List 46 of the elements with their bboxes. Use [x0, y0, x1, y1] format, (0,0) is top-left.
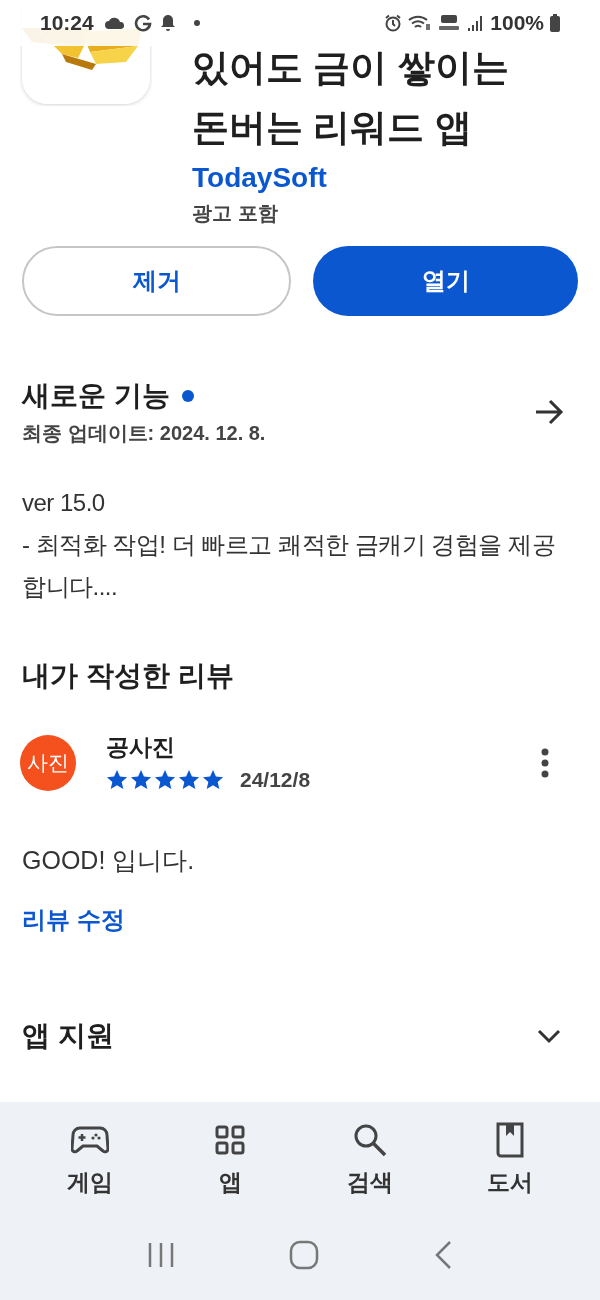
star-icon	[178, 768, 200, 791]
recent-apps-icon[interactable]	[147, 1241, 175, 1269]
star-icon	[202, 768, 224, 791]
app-title: 있어도 금이 쌓이는	[192, 46, 509, 90]
arrow-right-icon[interactable]	[534, 398, 564, 426]
reviewer-name: 공사진	[106, 733, 175, 762]
nav-tab[interactable]: 도서	[455, 1120, 565, 1204]
nav-tab[interactable]: 게임	[35, 1120, 145, 1204]
battery-icon	[550, 14, 560, 32]
bookmark-book-icon	[495, 1122, 525, 1158]
avatar: 사진	[20, 734, 76, 791]
release-notes-text: ver 15.0	[22, 488, 106, 518]
grid-icon	[215, 1125, 245, 1155]
section-title: 새로운 기능	[22, 379, 170, 413]
back-icon[interactable]	[433, 1240, 453, 1270]
alarm-icon	[384, 14, 403, 32]
nav-tab[interactable]: 앱	[175, 1120, 285, 1204]
search-icon	[353, 1123, 387, 1157]
edit-review-link[interactable]: 리뷰 수정	[22, 899, 125, 940]
status-time: 10:24	[40, 10, 94, 37]
more-options-icon[interactable]	[540, 747, 550, 778]
ads-note: 광고 포함	[192, 201, 279, 226]
signal-icon	[466, 14, 485, 32]
google-g-icon	[133, 14, 152, 32]
section-title: 내가 작성한 리뷰	[21, 659, 235, 693]
gamepad-icon	[71, 1125, 109, 1155]
home-icon[interactable]	[289, 1240, 319, 1270]
battery-percent: 100%	[490, 10, 544, 37]
star-icon	[130, 768, 152, 791]
section-title: 앱 지원	[22, 1018, 114, 1053]
uninstall-button[interactable]: 제거	[22, 246, 291, 316]
review-text: GOOD! 입니다.	[21, 844, 196, 876]
cloud-icon	[103, 16, 126, 30]
app-title: 돈버는 리워드 앱	[192, 106, 473, 150]
wifi-icon	[408, 14, 433, 32]
update-date: 최종 업데이트: 2024. 12. 8.	[22, 421, 266, 446]
nav-tab[interactable]: 검색	[315, 1120, 425, 1204]
dot-icon	[193, 20, 200, 26]
star-icon	[106, 768, 128, 791]
hd-voice-icon	[438, 14, 461, 32]
developer-link[interactable]: TodaySoft	[192, 158, 509, 198]
release-notes-text: - 최적화 작업! 더 빠르고 쾌적한 금캐기 경험을 제공합니다....	[22, 530, 556, 602]
star-icon	[154, 768, 176, 791]
open-button[interactable]: 열기	[313, 246, 578, 316]
review-date: 24/12/8	[240, 767, 311, 793]
bell-icon	[159, 14, 176, 32]
